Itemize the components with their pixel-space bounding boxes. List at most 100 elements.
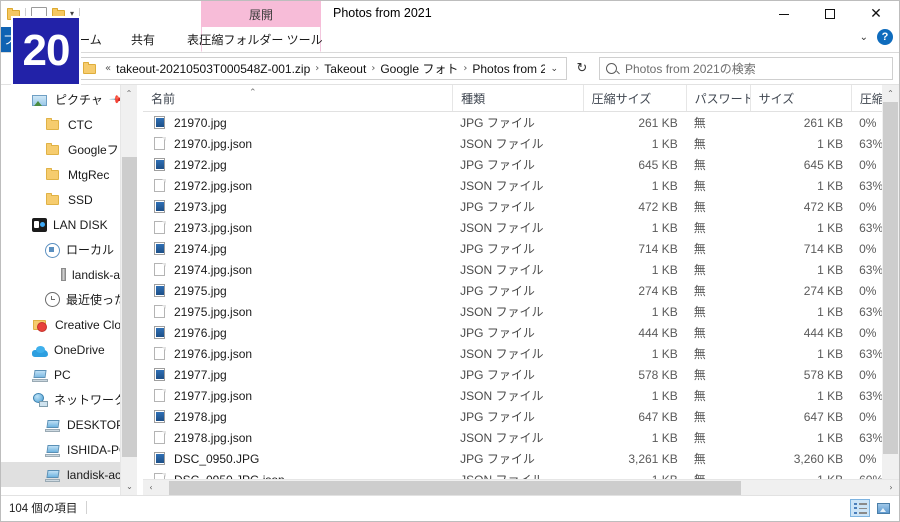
refresh-icon: ↻ (576, 61, 588, 76)
ratio-cell-label: 0% (859, 157, 877, 172)
refresh-button[interactable]: ↻ (570, 57, 594, 80)
sidebar-item-label: OneDrive (54, 342, 105, 357)
sidebar-item-landisk-drive[interactable]: landisk-ac8a4c (1, 262, 137, 287)
sidebar-item-pc[interactable]: PC (1, 362, 137, 387)
table-row[interactable]: 21973.jpg.json JSON ファイル 1 KB 無 1 KB 63% (143, 217, 899, 238)
sidebar-item-pictures[interactable]: ピクチャ 📌 (1, 87, 137, 112)
horizontal-scrollbar[interactable]: ‹ › (143, 479, 899, 495)
scroll-left-icon[interactable]: ‹ (143, 480, 159, 496)
file-list-scrollbar[interactable]: ⌃ ⌄ (882, 85, 899, 495)
size-cell-label: 645 KB (803, 157, 844, 172)
file-list-scroll-thumb[interactable] (883, 102, 898, 454)
table-row[interactable]: 21972.jpg JPG ファイル 645 KB 無 645 KB 0% (143, 154, 899, 175)
scroll-down-icon[interactable]: ⌄ (121, 478, 137, 495)
table-row[interactable]: 21974.jpg JPG ファイル 714 KB 無 714 KB 0% (143, 238, 899, 259)
table-row[interactable]: 21973.jpg JPG ファイル 472 KB 無 472 KB 0% (143, 196, 899, 217)
sidebar-item-network[interactable]: ネットワーク (1, 387, 137, 412)
scroll-up-icon[interactable]: ⌃ (882, 85, 899, 102)
packed-size-cell: 714 KB (582, 242, 685, 256)
folder-icon (45, 117, 62, 133)
table-row[interactable]: 21977.jpg JPG ファイル 578 KB 無 578 KB 0% (143, 364, 899, 385)
pc-icon (32, 369, 48, 382)
file-type-cell-label: JPG ファイル (460, 452, 535, 466)
table-row[interactable]: 21978.jpg.json JSON ファイル 1 KB 無 1 KB 63% (143, 427, 899, 448)
ratio-cell-label: 63% (859, 262, 884, 277)
close-button[interactable]: ✕ (853, 1, 899, 27)
table-row[interactable]: 21978.jpg JPG ファイル 647 KB 無 647 KB 0% (143, 406, 899, 427)
column-header-packed-size[interactable]: 圧縮サイズ (582, 85, 686, 111)
sidebar-scrollbar[interactable]: ⌃ ⌄ (120, 85, 137, 495)
table-row[interactable]: 21976.jpg JPG ファイル 444 KB 無 444 KB 0% (143, 322, 899, 343)
scroll-right-icon[interactable]: › (883, 480, 899, 496)
file-type-cell-label: JPG ファイル (460, 242, 535, 256)
chevron-down-icon[interactable]: ⌄ (860, 32, 868, 43)
table-row[interactable]: 21977.jpg.json JSON ファイル 1 KB 無 1 KB 63% (143, 385, 899, 406)
horizontal-scroll-track[interactable] (159, 480, 883, 496)
address-input[interactable]: « takeout-20210503T000548Z-001.zip › Tak… (77, 57, 567, 80)
sidebar-item-desktop-jrqtm[interactable]: DESKTOP-JRQTM (1, 412, 137, 437)
sidebar-item-ishida-pc[interactable]: ISHIDA-PC (1, 437, 137, 462)
sidebar-item-ssd[interactable]: SSD (1, 187, 137, 212)
table-row[interactable]: 21976.jpg.json JSON ファイル 1 KB 無 1 KB 63% (143, 343, 899, 364)
sidebar-item-recent-saves[interactable]: 最近使った保存: (1, 287, 137, 312)
details-view-button[interactable] (850, 499, 870, 517)
file-type-cell-label: JPG ファイル (460, 284, 535, 298)
table-row[interactable]: 21970.jpg JPG ファイル 261 KB 無 261 KB 0% (143, 112, 899, 133)
packed-size-cell: 1 KB (582, 221, 685, 235)
file-name-label: 21977.jpg.json (174, 388, 253, 403)
tab-share[interactable]: 共有 (115, 27, 171, 52)
sidebar-scroll-thumb[interactable] (122, 157, 137, 457)
size-cell-label: 3,260 KB (793, 451, 844, 466)
table-row[interactable]: 21974.jpg.json JSON ファイル 1 KB 無 1 KB 63% (143, 259, 899, 280)
horizontal-scroll-thumb[interactable] (169, 480, 741, 495)
sidebar-item-lan-disk[interactable]: LAN DISK (1, 212, 137, 237)
chevron-down-icon[interactable]: ⌄ (545, 63, 563, 74)
table-row[interactable]: 21972.jpg.json JSON ファイル 1 KB 無 1 KB 63% (143, 175, 899, 196)
breadcrumb-root-separator[interactable]: « (105, 63, 111, 74)
size-cell: 472 KB (749, 200, 851, 214)
breadcrumb-item-zip[interactable]: takeout-20210503T000548Z-001.zip (116, 62, 310, 76)
tab-compressed-folder-tools[interactable]: 圧縮フォルダー ツール (199, 27, 323, 52)
search-placeholder: Photos from 2021の検索 (625, 62, 756, 76)
sidebar-item-local[interactable]: ローカル (1, 237, 137, 262)
table-row[interactable]: DSC_0950.JPG JPG ファイル 3,261 KB 無 3,260 KB 0% (143, 448, 899, 469)
table-row[interactable]: 21975.jpg.json JSON ファイル 1 KB 無 1 KB 63% (143, 301, 899, 322)
column-header-password-protected[interactable]: パスワード保護 (685, 85, 750, 111)
packed-size-cell-label: 261 KB (638, 115, 678, 130)
search-input[interactable]: Photos from 2021の検索 (599, 57, 893, 80)
column-header-name[interactable]: 名前 ⌃ (143, 85, 452, 111)
file-name-label: 21974.jpg.json (174, 262, 253, 277)
breadcrumb-separator[interactable]: › (371, 63, 375, 74)
file-name-cell: 21970.jpg (143, 115, 452, 130)
sidebar-item-onedrive[interactable]: OneDrive (1, 337, 137, 362)
file-type-cell: JSON ファイル (452, 219, 582, 236)
breadcrumb-item-takeout[interactable]: Takeout (324, 62, 366, 76)
column-header-size[interactable]: サイズ (749, 85, 851, 111)
jpg-file-icon (153, 241, 167, 256)
table-row[interactable]: 21975.jpg JPG ファイル 274 KB 無 274 KB 0% (143, 280, 899, 301)
table-row[interactable]: 21970.jpg.json JSON ファイル 1 KB 無 1 KB 63% (143, 133, 899, 154)
sidebar-item-creative-cloud[interactable]: Creative Cloud File (1, 312, 137, 337)
sidebar-item-mtgrec[interactable]: MtgRec (1, 162, 137, 187)
sidebar-item-landisk-ac8a4c[interactable]: landisk-ac8a4c (1, 462, 137, 487)
sidebar-item-google-photos[interactable]: Googleフォト (1, 137, 137, 162)
packed-size-cell-label: 444 KB (638, 325, 678, 340)
scroll-up-icon[interactable]: ⌃ (121, 85, 137, 102)
breadcrumb-item-google-photos[interactable]: Google フォト (380, 60, 458, 77)
column-header-type[interactable]: 種類 (452, 85, 582, 111)
password-protected-cell-label: 無 (693, 137, 706, 151)
help-icon[interactable]: ? (877, 29, 893, 45)
file-name-label: 21974.jpg (174, 241, 227, 256)
breadcrumb-item-photos-2021[interactable]: Photos from 2021 (472, 62, 545, 76)
minimize-button[interactable] (761, 1, 807, 27)
maximize-button[interactable] (807, 1, 853, 27)
ratio-cell-label: 0% (859, 241, 877, 256)
sidebar-item-ctc[interactable]: CTC (1, 112, 137, 137)
breadcrumb-separator[interactable]: › (315, 63, 319, 74)
breadcrumb-separator[interactable]: › (463, 63, 467, 74)
file-list-pane: 名前 ⌃ 種類 圧縮サイズ パスワード保護 サイズ 圧縮率 (143, 85, 899, 495)
thumbnail-view-button[interactable] (873, 499, 893, 517)
file-name-label: 21975.jpg.json (174, 304, 253, 319)
ratio-cell-label: 63% (859, 304, 884, 319)
size-cell: 1 KB (749, 137, 851, 151)
